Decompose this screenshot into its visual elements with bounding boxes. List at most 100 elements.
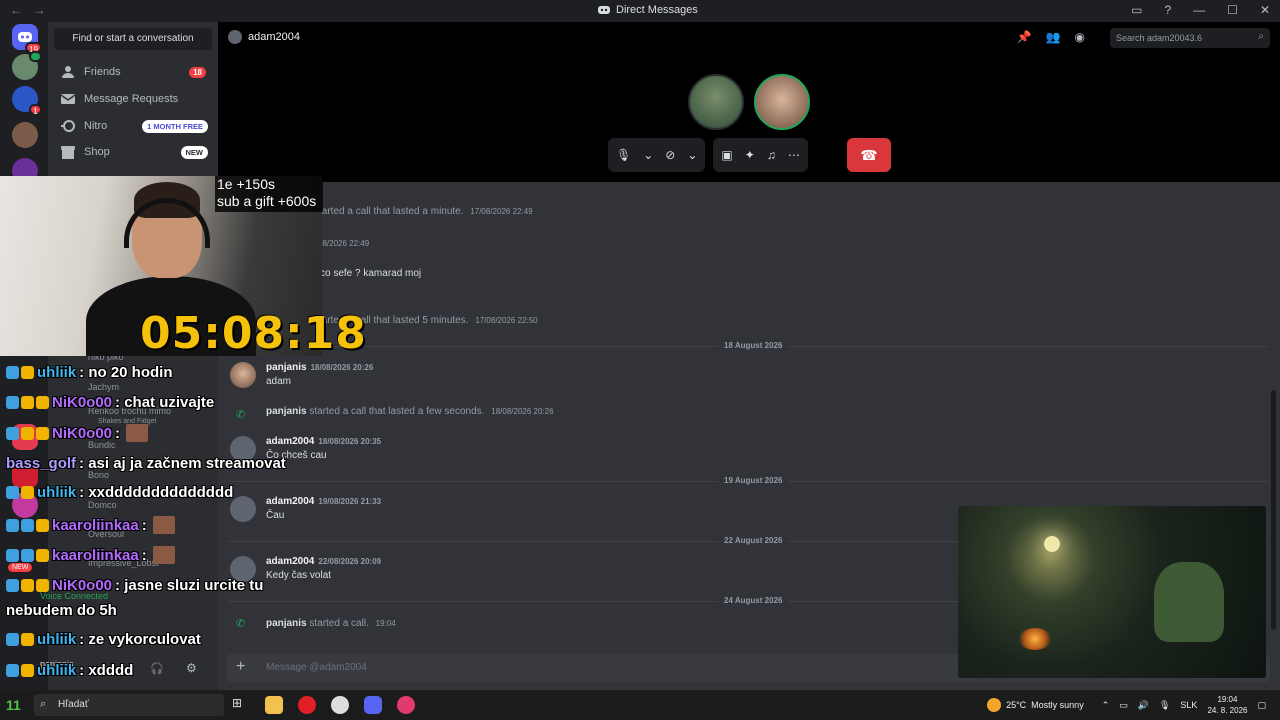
sidebar-item-message-requests[interactable]: Message Requests xyxy=(56,88,214,110)
taskbar-search[interactable]: ⌕ Hľadať xyxy=(34,694,224,716)
dm-username[interactable]: adam2004 xyxy=(248,31,300,43)
chat-message: : xxdddddddddddddd xyxy=(79,484,234,501)
inbox-icon[interactable]: ▭ xyxy=(1131,3,1142,17)
window-title-text: Direct Messages xyxy=(616,4,698,16)
chat-message: : ze vykorculovat xyxy=(79,631,201,648)
shop-icon xyxy=(60,144,76,160)
author-name[interactable]: panjanis xyxy=(266,362,307,373)
message-author[interactable]: adam2004 18/08/2026 20:35 xyxy=(266,436,381,447)
chat-badges xyxy=(6,579,49,592)
weather-text: Mostly sunny xyxy=(1031,700,1084,710)
home-dm-button[interactable]: 19 xyxy=(12,24,42,54)
more-options-icon[interactable]: ⋯ xyxy=(788,148,800,162)
sidebar-item-shop[interactable]: Shop NEW xyxy=(56,141,214,163)
gear-icon[interactable]: ⚙ xyxy=(186,661,197,675)
activities-icon[interactable]: ✦ xyxy=(745,148,755,162)
message-author[interactable]: panjanis 18/08/2026 20:26 xyxy=(266,362,373,373)
chat-username: uhliik xyxy=(37,484,77,501)
header-tools: 📌 👥 ◉ xyxy=(1017,30,1085,44)
window-controls: ▭ ? — ☐ ✕ xyxy=(1131,3,1270,17)
app-icon[interactable] xyxy=(331,696,349,714)
search-icon: ⌕ xyxy=(1258,31,1264,42)
author-name[interactable]: adam2004 xyxy=(266,496,314,507)
chat-username: NiK0o00 xyxy=(52,424,113,442)
chat-line: NiK0o00 : jasne sluzi urcite tu xyxy=(6,577,263,594)
attach-plus-icon[interactable]: + xyxy=(236,658,245,676)
subathon-line: sub a gift +600s xyxy=(217,193,317,209)
avatar[interactable] xyxy=(228,30,242,44)
message-partial-ts: 08/2026 22:49 xyxy=(314,238,369,249)
phone-call-icon: ✆ xyxy=(236,618,246,630)
message-author[interactable]: adam2004 22/08/2026 20:09 xyxy=(266,556,381,567)
author-name[interactable]: adam2004 xyxy=(266,556,314,567)
call-area: adam2004 📌 👥 ◉ Search adam20043.6 ⌕ 🎙 ⌄ … xyxy=(218,22,1280,182)
network-icon[interactable]: ▭ xyxy=(1119,700,1128,711)
server-icon[interactable]: 1 xyxy=(12,86,42,116)
author-name[interactable]: panjanis xyxy=(266,618,307,629)
file-explorer-icon[interactable] xyxy=(265,696,283,714)
system-message: panjanis started a call. 19:04 xyxy=(266,618,396,629)
dm-header: adam2004 xyxy=(228,30,300,44)
start-button[interactable]: 11 xyxy=(6,697,21,713)
system-text: started a call that lasted a minute. xyxy=(314,206,464,217)
language-indicator[interactable]: SLK xyxy=(1180,700,1197,710)
chevron-down-icon[interactable]: ⌄ xyxy=(643,148,653,162)
soundboard-icon[interactable]: ♫ xyxy=(767,148,776,162)
date-divider-label: 19 August 2026 xyxy=(718,476,789,485)
search-input[interactable]: Search adam20043.6 ⌕ xyxy=(1110,28,1270,48)
minimize-button[interactable]: — xyxy=(1193,3,1205,17)
chat-badges xyxy=(6,518,49,532)
sidebar-item-label: Message Requests xyxy=(84,93,179,105)
timestamp: 17/08/2026 22:49 xyxy=(470,207,533,216)
hang-up-button[interactable]: ☎ xyxy=(847,138,891,172)
chat-username: kaaroliinkaa xyxy=(52,516,139,534)
avatar[interactable] xyxy=(230,496,256,522)
author-name[interactable]: adam2004 xyxy=(266,436,314,447)
help-icon[interactable]: ? xyxy=(1164,3,1171,17)
message-author[interactable]: adam2004 19/08/2026 21:33 xyxy=(266,496,381,507)
message-scrollbar[interactable] xyxy=(1271,390,1276,630)
task-view-icon[interactable]: ⊞ xyxy=(232,696,250,714)
envelope-icon xyxy=(60,91,76,107)
microphone-icon[interactable]: 🎙 xyxy=(616,148,631,162)
pin-icon[interactable]: 📌 xyxy=(1017,30,1032,44)
add-friends-icon[interactable]: 👥 xyxy=(1046,30,1061,44)
camera-off-icon[interactable]: ⊘ xyxy=(665,148,675,162)
screen-share-icon[interactable]: ▣ xyxy=(721,148,732,162)
close-button[interactable]: ✕ xyxy=(1260,3,1270,17)
call-participant-avatar[interactable] xyxy=(754,74,810,130)
author-name[interactable]: panjanis xyxy=(266,406,307,417)
call-participant-avatar[interactable] xyxy=(688,74,744,130)
forward-arrow-icon[interactable]: → xyxy=(33,3,45,17)
opera-icon[interactable] xyxy=(298,696,316,714)
maximize-button[interactable]: ☐ xyxy=(1227,3,1238,17)
clock[interactable]: 19:04 24. 8. 2026 xyxy=(1207,694,1247,716)
server-icon[interactable] xyxy=(12,122,38,148)
message-body: Čau xyxy=(266,510,285,521)
chevron-up-icon[interactable]: ⌃ xyxy=(1102,700,1110,711)
wallpaper-thumbnail xyxy=(958,506,1266,678)
chat-line: kaaroliinkaa : xyxy=(6,546,175,564)
mic-tray-icon[interactable]: 🎙 xyxy=(1159,700,1170,711)
sidebar-item-nitro[interactable]: Nitro 1 MONTH FREE xyxy=(56,115,214,137)
chat-message: : jasne sluzi urcite tu xyxy=(115,577,264,594)
volume-icon[interactable]: 🔊 xyxy=(1138,700,1149,711)
app-icon[interactable] xyxy=(397,696,415,714)
crocodile-figure xyxy=(1154,562,1224,642)
notifications-icon[interactable]: ▢ xyxy=(1257,700,1266,711)
weather-widget[interactable]: 25°C Mostly sunny xyxy=(987,698,1084,712)
chat-badges xyxy=(6,396,49,409)
headset-icon[interactable]: 🎧 xyxy=(150,662,164,675)
server-icon[interactable] xyxy=(12,51,42,80)
message-body: Kedy čas volat xyxy=(266,570,332,581)
sidebar-item-friends[interactable]: Friends 18 xyxy=(56,61,214,83)
find-conversation-button[interactable]: Find or start a conversation xyxy=(54,28,212,50)
timestamp: 08/2026 22:49 xyxy=(318,239,370,248)
back-arrow-icon[interactable]: ← xyxy=(10,3,22,17)
profile-icon[interactable]: ◉ xyxy=(1075,30,1085,44)
system-message: started a call that lasted a minute. 17/… xyxy=(314,206,533,217)
discord-taskbar-icon[interactable] xyxy=(364,696,382,714)
avatar[interactable] xyxy=(230,362,256,388)
chat-username: bass_golf xyxy=(6,455,77,472)
chevron-down-icon[interactable]: ⌄ xyxy=(687,148,697,162)
